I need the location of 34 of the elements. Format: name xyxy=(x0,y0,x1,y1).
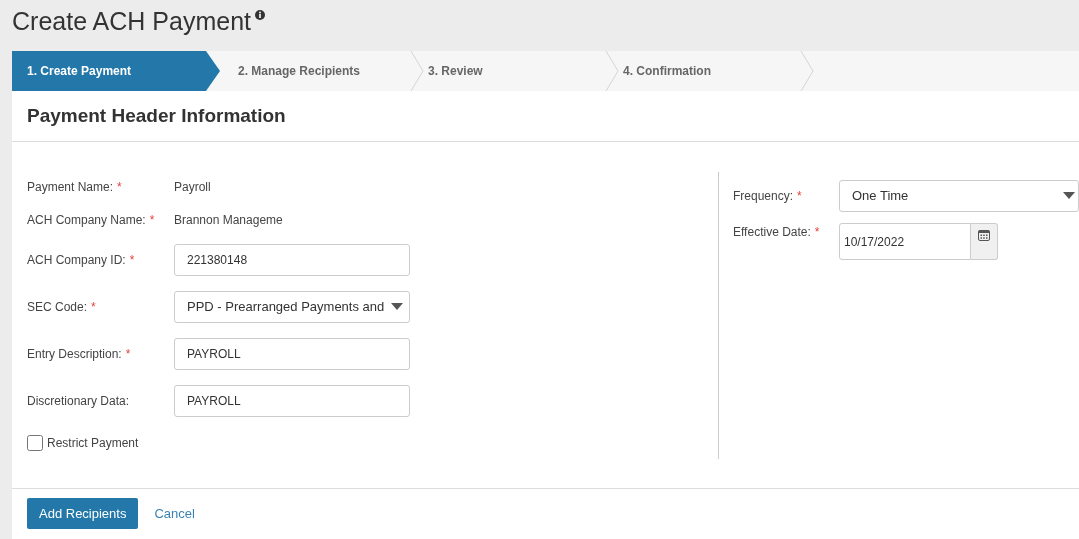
field-label: Entry Description: * xyxy=(27,345,132,363)
checkbox-label: Restrict Payment xyxy=(47,435,139,452)
field-label: Effective Date: * xyxy=(733,224,821,241)
field-label: SEC Code: * xyxy=(27,298,97,316)
field-value: Payroll xyxy=(174,178,211,196)
field-label: Payment Name: * xyxy=(27,178,123,196)
cancel-link[interactable]: Cancel xyxy=(154,503,195,524)
step-tab[interactable]: 3. Review xyxy=(410,51,605,91)
field-label: ACH Company Name: * xyxy=(27,211,156,229)
text-field[interactable]: PAYROLL xyxy=(174,384,410,417)
date-field[interactable]: 10/17/2022 xyxy=(839,223,971,260)
restrict-payment-checkbox[interactable] xyxy=(27,435,43,451)
add-recipients-button[interactable]: Add Recipients xyxy=(27,498,139,529)
info-icon xyxy=(255,10,265,20)
step-tab[interactable]: 4. Confirmation xyxy=(605,51,800,91)
field-label: ACH Company ID: * xyxy=(27,251,136,269)
select-field[interactable]: PPD - Prearranged Payments and xyxy=(174,290,410,323)
caret-icon xyxy=(391,303,403,310)
chevron-separator xyxy=(605,51,619,91)
calendar-icon xyxy=(978,229,990,241)
text-field[interactable]: 221380148 xyxy=(174,243,410,276)
caret-icon xyxy=(1063,192,1075,199)
chevron-separator xyxy=(410,51,424,91)
chevron-separator xyxy=(800,51,814,91)
field-label: Frequency: * xyxy=(733,187,803,205)
step-tab[interactable]: 2. Manage Recipients xyxy=(220,51,410,91)
step-tab[interactable]: 1. Create Payment xyxy=(12,51,220,91)
select-field[interactable]: One Time xyxy=(839,179,1079,212)
field-value: Brannon Manageme xyxy=(174,211,283,229)
field-label: Discretionary Data: xyxy=(27,392,131,410)
text-field[interactable]: PAYROLL xyxy=(174,337,410,370)
section-title: Payment Header Information xyxy=(27,103,286,128)
page-title: Create ACH Payment xyxy=(12,6,251,36)
calendar-button[interactable] xyxy=(971,223,998,260)
